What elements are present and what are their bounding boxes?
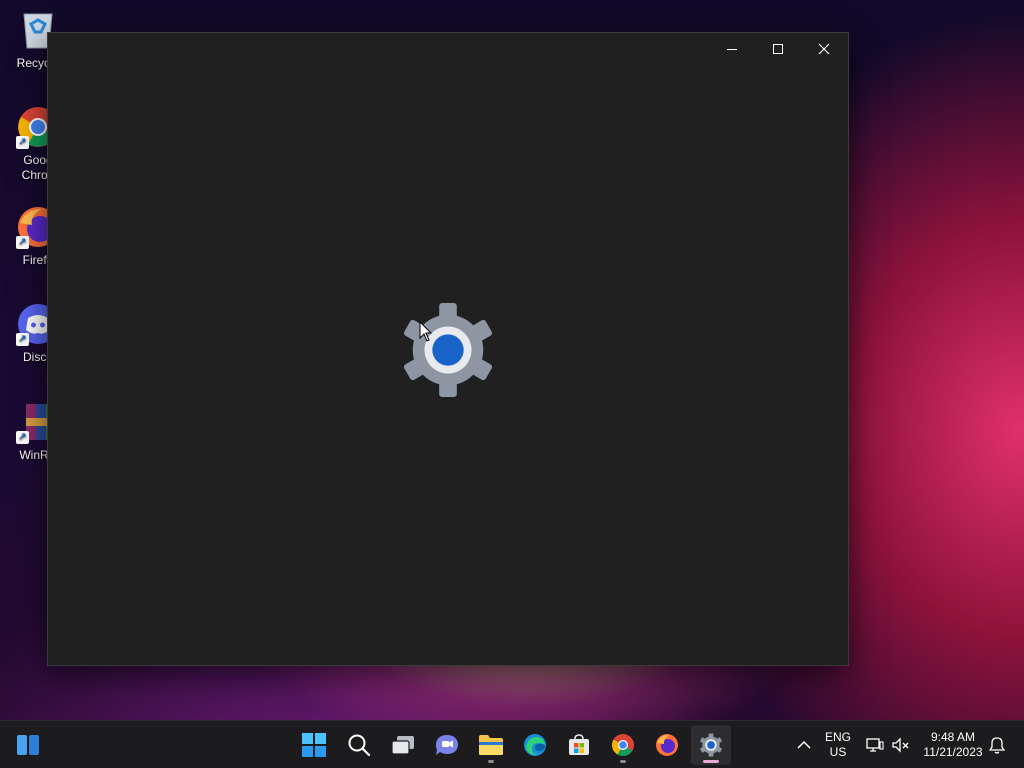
shortcut-arrow-icon: ↗	[16, 236, 29, 249]
taskbar: ENG US 9:48 AM 11/21/2023	[0, 720, 1024, 768]
chrome-icon	[612, 734, 634, 756]
windows-logo-icon	[302, 733, 326, 757]
settings-button[interactable]	[691, 725, 731, 765]
language-region: US	[829, 745, 847, 759]
search-icon	[348, 734, 371, 757]
running-indicator	[488, 760, 494, 763]
notification-bell-icon	[989, 736, 1005, 754]
language-code: ENG	[824, 730, 851, 744]
folder-icon	[479, 735, 503, 755]
shortcut-arrow-icon: ↗	[16, 136, 29, 149]
chevron-up-icon	[797, 740, 811, 749]
volume-button[interactable]	[884, 725, 918, 765]
close-button[interactable]	[801, 33, 847, 65]
task-view-button[interactable]	[383, 725, 423, 765]
clock-date: 11/21/2023	[923, 745, 983, 759]
minimize-button[interactable]	[709, 33, 755, 65]
chrome-button[interactable]	[603, 725, 643, 765]
shortcut-arrow-icon: ↗	[16, 333, 29, 346]
file-explorer-button[interactable]	[471, 725, 511, 765]
widgets-button[interactable]	[8, 725, 48, 765]
settings-gear-icon	[700, 733, 722, 757]
active-indicator	[703, 760, 719, 763]
store-button[interactable]	[559, 725, 599, 765]
notification-center-button[interactable]	[986, 725, 1008, 765]
edge-button[interactable]	[515, 725, 555, 765]
tray-overflow-button[interactable]	[784, 725, 824, 765]
network-icon	[866, 738, 884, 752]
maximize-icon	[773, 44, 783, 54]
chat-icon	[436, 735, 458, 755]
volume-muted-icon	[892, 737, 909, 753]
window-titlebar[interactable]	[48, 33, 848, 65]
minimize-icon	[727, 48, 737, 50]
settings-window	[47, 32, 849, 666]
clock-time: 9:48 AM	[930, 730, 976, 744]
language-indicator[interactable]: ENG US	[820, 730, 856, 760]
mouse-cursor-icon	[419, 321, 433, 342]
firefox-icon	[656, 734, 678, 756]
start-button[interactable]	[294, 725, 334, 765]
settings-gear-icon	[403, 302, 493, 398]
widgets-icon	[17, 735, 39, 755]
store-icon	[569, 734, 589, 755]
search-button[interactable]	[339, 725, 379, 765]
chat-button[interactable]	[427, 725, 467, 765]
task-view-icon	[391, 736, 414, 755]
edge-icon	[524, 734, 546, 756]
running-indicator	[620, 760, 626, 763]
close-icon	[818, 43, 830, 55]
clock[interactable]: 9:48 AM 11/21/2023	[920, 730, 986, 760]
firefox-button[interactable]	[647, 725, 687, 765]
maximize-button[interactable]	[755, 33, 801, 65]
shortcut-arrow-icon: ↗	[16, 431, 29, 444]
